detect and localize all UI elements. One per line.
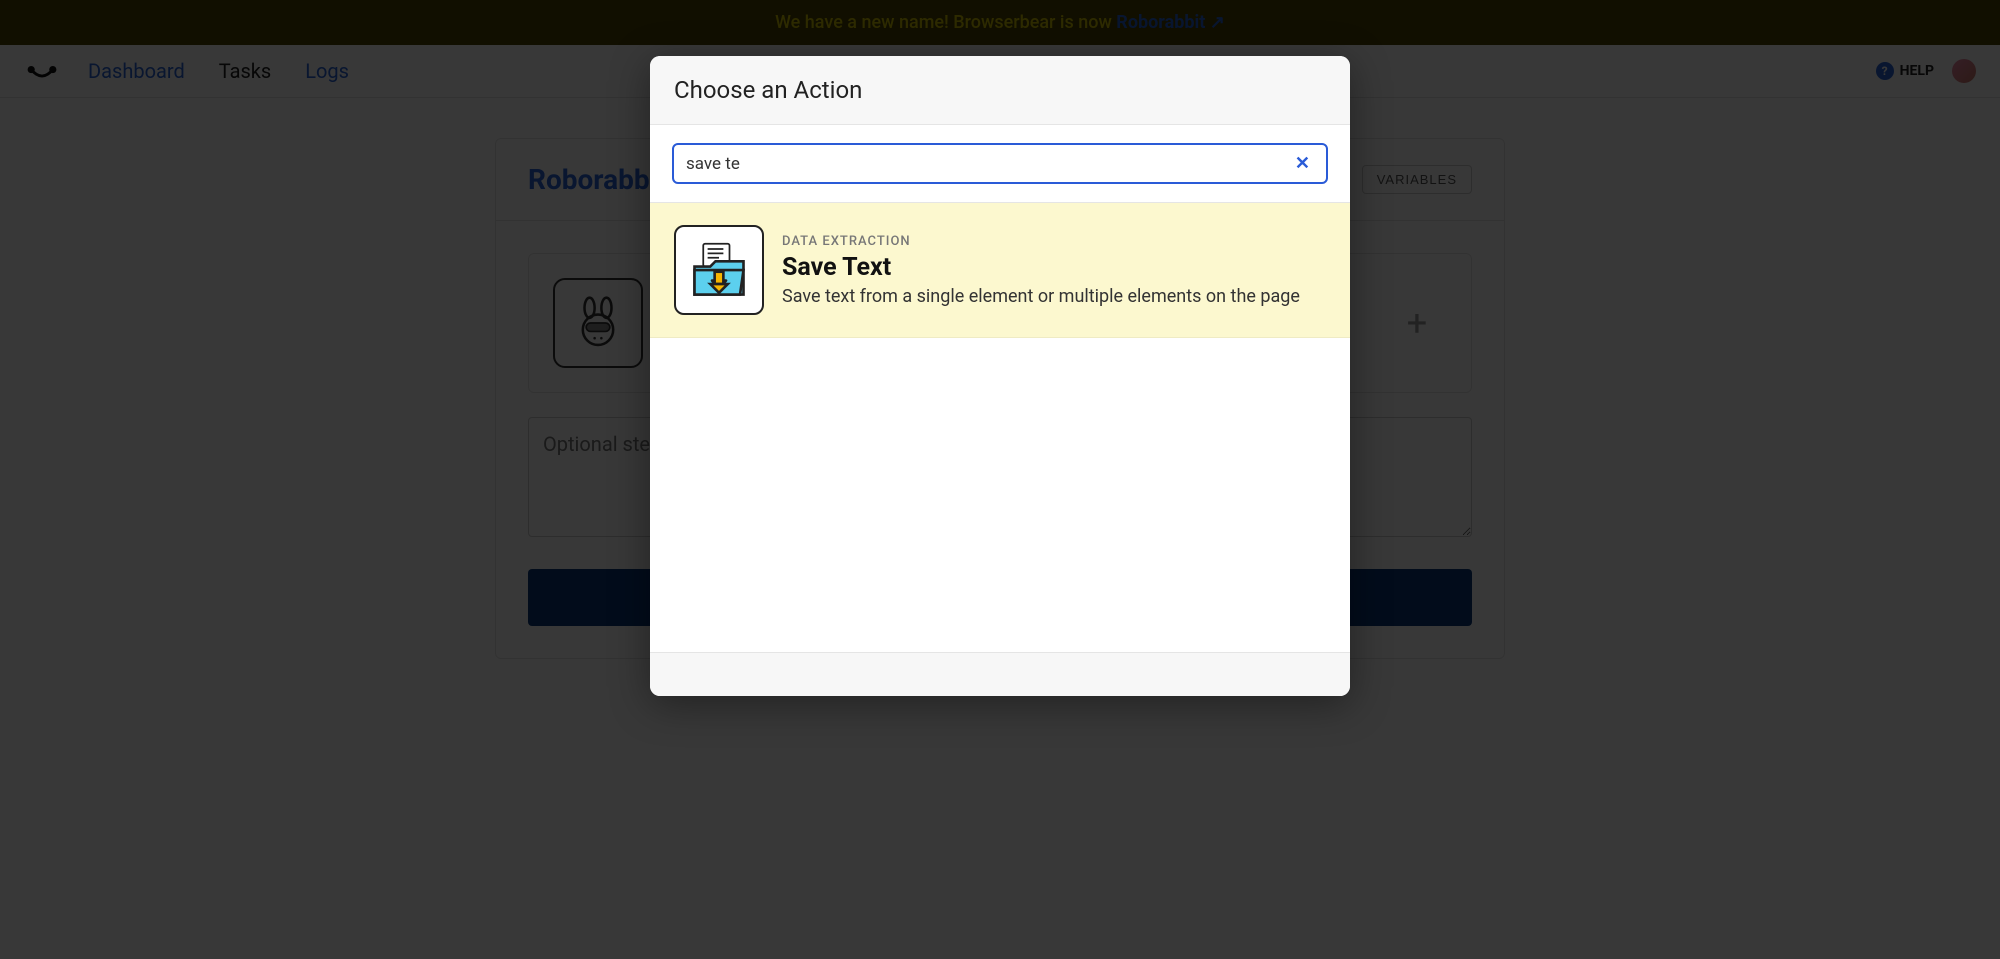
choose-action-modal: Choose an Action ✕ bbox=[650, 56, 1350, 696]
results-list: DATA EXTRACTION Save Text Save text from… bbox=[650, 203, 1350, 652]
clear-search-icon[interactable]: ✕ bbox=[1291, 153, 1314, 174]
result-save-text[interactable]: DATA EXTRACTION Save Text Save text from… bbox=[650, 203, 1350, 338]
result-description: Save text from a single element or multi… bbox=[782, 286, 1300, 307]
result-category: DATA EXTRACTION bbox=[782, 234, 1300, 249]
action-search-box: ✕ bbox=[672, 143, 1328, 184]
action-search-input[interactable] bbox=[686, 154, 1291, 174]
modal-footer bbox=[650, 652, 1350, 696]
modal-title: Choose an Action bbox=[650, 56, 1350, 125]
folder-download-icon bbox=[674, 225, 764, 315]
modal-overlay[interactable]: Choose an Action ✕ bbox=[0, 0, 2000, 959]
result-title: Save Text bbox=[782, 253, 1300, 282]
